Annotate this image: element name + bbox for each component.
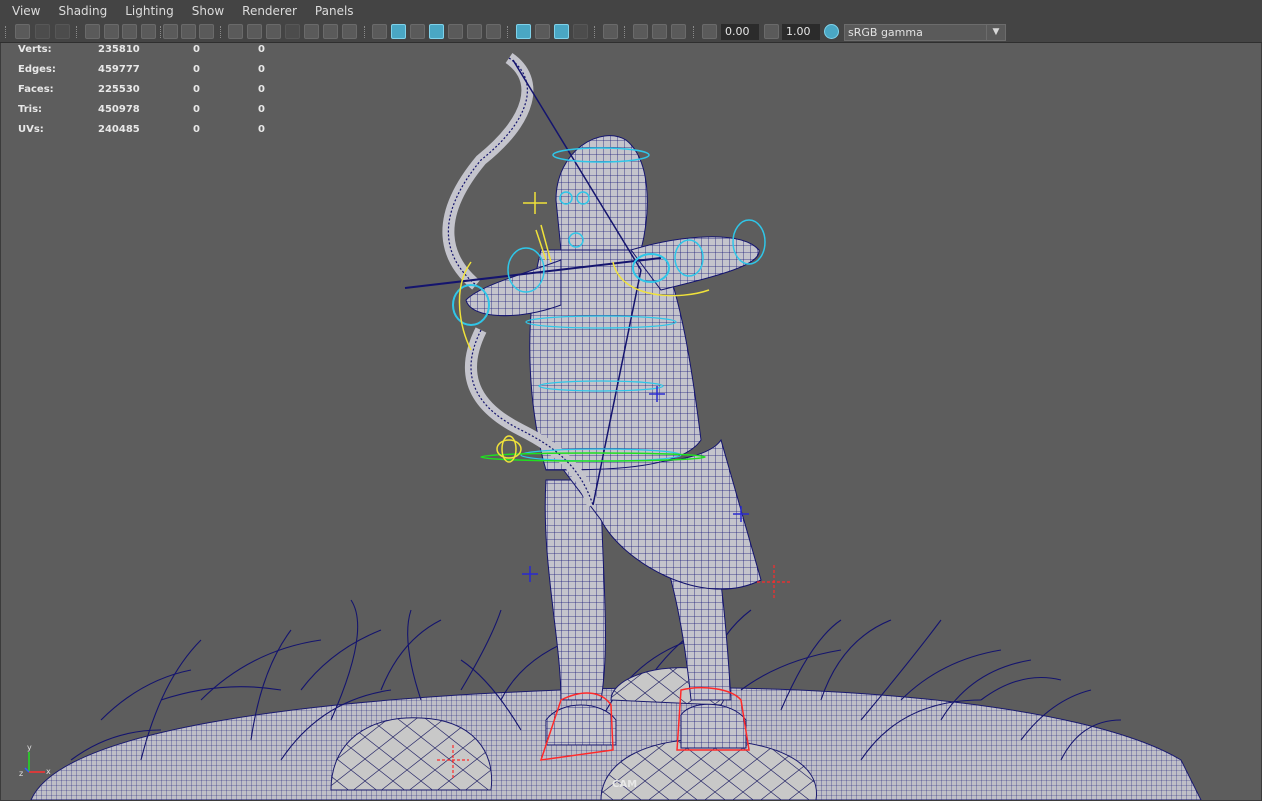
hud-value: 235810	[98, 44, 140, 55]
axis-label-y: y	[27, 743, 32, 752]
viewport-3d[interactable]: y x z	[1, 43, 1261, 800]
multisample-aa-icon[interactable]	[554, 24, 569, 39]
scene-render: y x z	[19, 53, 1202, 800]
toolbar-separator	[5, 26, 8, 38]
hud-value: 0	[258, 44, 265, 55]
film-gate-icon[interactable]	[247, 24, 262, 39]
gamma-field[interactable]: 1.00	[782, 24, 820, 40]
menu-lighting[interactable]: Lighting	[115, 0, 182, 22]
use-all-lights-icon[interactable]	[467, 24, 482, 39]
toolbar-separator	[624, 26, 627, 38]
shadows-icon[interactable]	[486, 24, 501, 39]
toolbar-separator	[220, 26, 223, 38]
paint-icon[interactable]	[199, 24, 214, 39]
hud-value: 450978	[98, 104, 140, 115]
menu-shading[interactable]: Shading	[48, 0, 115, 22]
menu-show[interactable]: Show	[182, 0, 232, 22]
gamma-icon[interactable]	[764, 24, 779, 39]
axis-label-z: z	[19, 769, 23, 778]
gate-mask-icon[interactable]	[285, 24, 300, 39]
xray-active-components-icon[interactable]	[652, 24, 667, 39]
safe-title-icon[interactable]	[342, 24, 357, 39]
exposure-icon[interactable]	[702, 24, 717, 39]
hud-value: 0	[193, 44, 200, 55]
wireframe-icon[interactable]	[372, 24, 387, 39]
hud-value: 0	[258, 104, 265, 115]
toolbar-separator	[364, 26, 367, 38]
character-mesh[interactable]	[465, 135, 762, 749]
panel-toolbar: 0.00 1.00 sRGB gamma ▼	[0, 22, 1262, 43]
toolbar-separator	[594, 26, 597, 38]
menu-view[interactable]: View	[0, 0, 48, 22]
select-camera-icon[interactable]	[15, 24, 30, 39]
grid-icon[interactable]	[228, 24, 243, 39]
chevron-down-icon[interactable]: ▼	[986, 25, 1005, 40]
wireframe-on-shaded-icon[interactable]	[429, 24, 444, 39]
attach-icon[interactable]	[163, 24, 178, 39]
toolbar-separator	[507, 26, 510, 38]
axis-label-x: x	[46, 767, 51, 776]
hud-value: 0	[193, 104, 200, 115]
menu-renderer[interactable]: Renderer	[232, 0, 305, 22]
light-link-icon[interactable]	[181, 24, 196, 39]
hud-label: Edges:	[18, 64, 56, 75]
hud-value: 0	[193, 124, 200, 135]
hud-label: Tris:	[18, 104, 43, 115]
isolate-select-icon[interactable]	[603, 24, 618, 39]
hud-value: 0	[193, 84, 200, 95]
hud-label: Verts:	[18, 44, 52, 55]
bookmark-tag-icon[interactable]	[141, 24, 156, 39]
hud-value: 0	[258, 124, 265, 135]
toolbar-separator	[693, 26, 696, 38]
menu-panels[interactable]: Panels	[305, 0, 362, 22]
default-material-icon[interactable]	[410, 24, 425, 39]
hud-label: Faces:	[18, 84, 54, 95]
color-space-value: sRGB gamma	[848, 26, 923, 39]
camera-attributes-icon[interactable]	[35, 24, 50, 39]
hud-value: 240485	[98, 124, 140, 135]
image-plane-icon[interactable]	[85, 24, 100, 39]
grease-pencil-icon[interactable]	[122, 24, 137, 39]
textured-icon[interactable]	[448, 24, 463, 39]
view-axis-gizmo: y x z	[19, 743, 51, 778]
hud-label: UVs:	[18, 124, 44, 135]
screen-space-ao-icon[interactable]	[516, 24, 531, 39]
hud-value: 0	[258, 84, 265, 95]
hud-value: 0	[258, 64, 265, 75]
xray-joints-icon[interactable]	[671, 24, 686, 39]
panel-menubar: View Shading Lighting Show Renderer Pane…	[0, 0, 1262, 22]
field-chart-icon[interactable]	[304, 24, 319, 39]
2d-pan-zoom-icon[interactable]	[104, 24, 119, 39]
exposure-field[interactable]: 0.00	[721, 24, 759, 40]
color-management-icon[interactable]	[824, 24, 839, 39]
motion-blur-icon[interactable]	[535, 24, 550, 39]
toolbar-separator	[76, 26, 79, 38]
resolution-gate-icon[interactable]	[266, 24, 281, 39]
hud-value: 225530	[98, 84, 140, 95]
color-space-dropdown[interactable]: sRGB gamma ▼	[844, 24, 1006, 41]
safe-action-icon[interactable]	[323, 24, 338, 39]
hud-value: 0	[193, 64, 200, 75]
depth-of-field-icon[interactable]	[573, 24, 588, 39]
xray-icon[interactable]	[633, 24, 648, 39]
hud-value: 459777	[98, 64, 140, 75]
camera-name-label: CAM	[612, 779, 638, 790]
smooth-shade-icon[interactable]	[391, 24, 406, 39]
bookmarks-icon[interactable]	[55, 24, 70, 39]
